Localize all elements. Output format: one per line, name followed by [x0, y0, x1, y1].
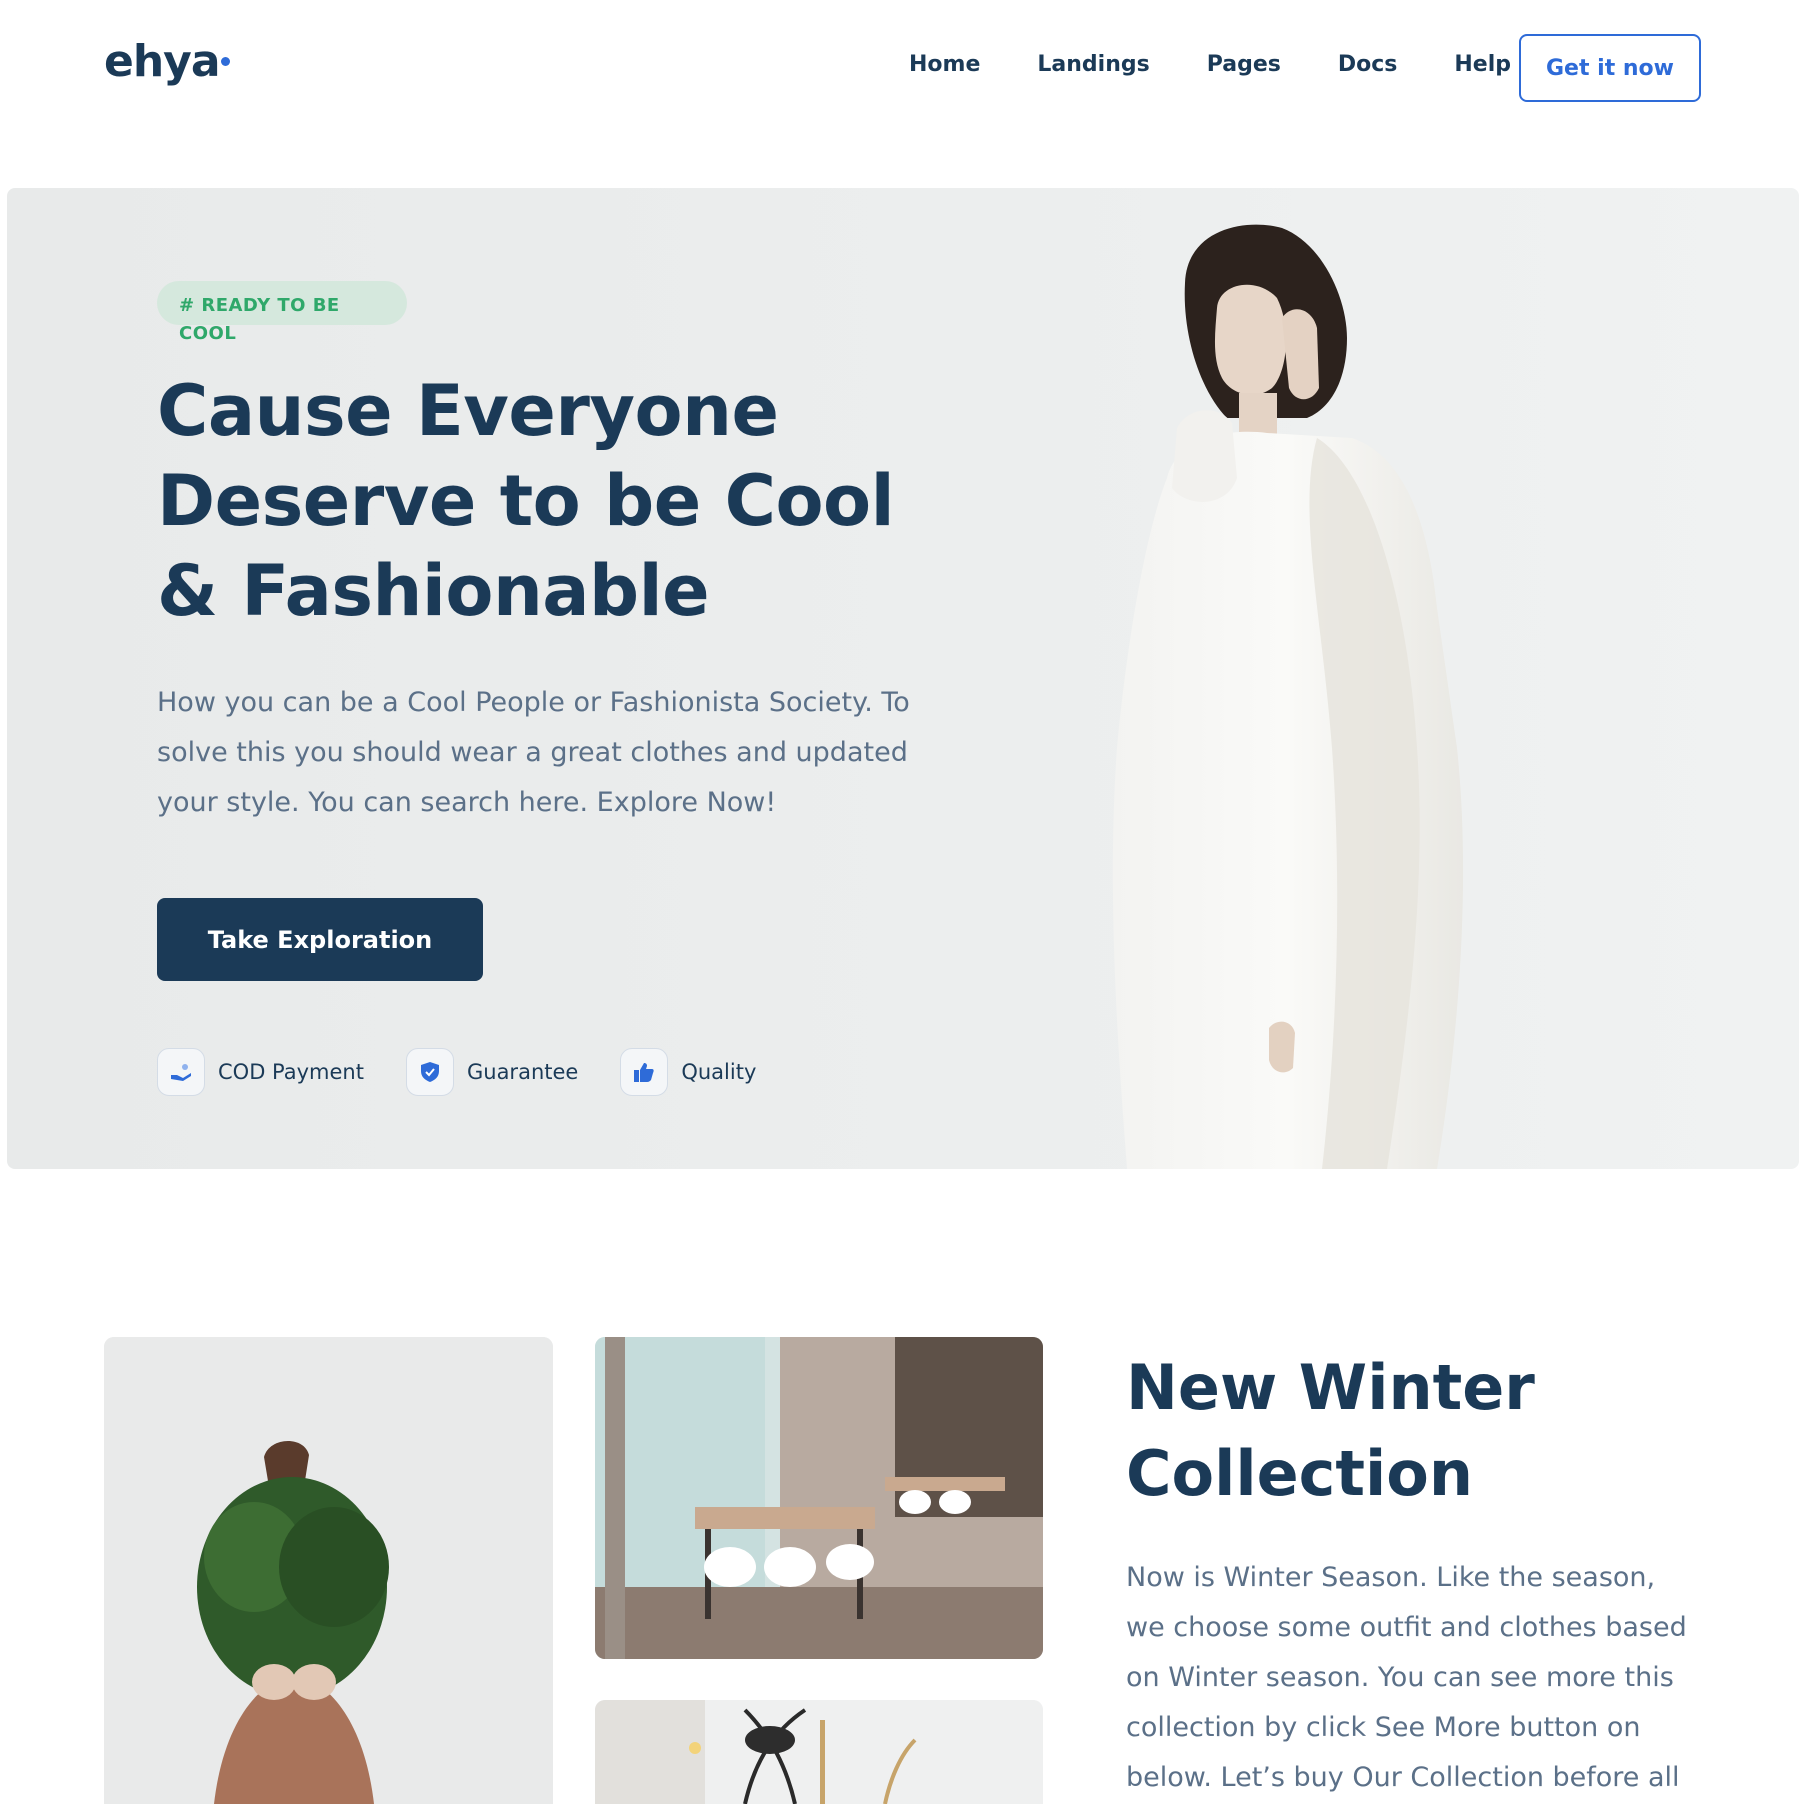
nav-link-home[interactable]: Home [909, 52, 980, 77]
hero-model-image [1112, 224, 1464, 1169]
brand-logo-dot [221, 57, 230, 66]
hand-payment-icon [157, 1048, 205, 1096]
hero-badge-text: # READY TO BE COOL [179, 295, 340, 344]
nav-links: Home Landings Pages Docs Help [909, 52, 1568, 77]
collection-image-woman-with-greens-art [104, 1337, 553, 1804]
feature-label: COD Payment [218, 1060, 364, 1084]
nav-link-landings[interactable]: Landings [1037, 52, 1149, 77]
collection-image-plant-decor-art [595, 1700, 1043, 1804]
collection-image-woman-with-greens [104, 1337, 553, 1804]
feature-label: Guarantee [466, 1060, 579, 1084]
nav-link-help[interactable]: Help [1454, 52, 1511, 77]
shield-check-icon [405, 1048, 454, 1096]
collection-image-plant-decor [595, 1700, 1043, 1804]
hero-section: # READY TO BE COOL Cause Everyone Deserv… [7, 188, 1799, 1169]
get-it-now-button[interactable]: Get it now [1519, 34, 1701, 102]
thumbs-up-icon [620, 1048, 669, 1096]
feature-label: Quality [681, 1060, 757, 1084]
feature-cod-payment: COD Payment [157, 1048, 364, 1096]
collection-description: Now is Winter Season. Like the season, w… [1126, 1562, 1687, 1793]
nav-link-docs[interactable]: Docs [1338, 52, 1398, 77]
brand-logo[interactable]: ehya [104, 36, 221, 87]
feature-quality: Quality [620, 1048, 756, 1096]
feature-guarantee: Guarantee [405, 1048, 579, 1096]
take-exploration-button[interactable]: Take Exploration [157, 898, 483, 981]
collection-image-cafe-interior-art [595, 1337, 1043, 1659]
hero-features: COD Payment Guarantee Quality [157, 1048, 798, 1096]
hero-title: Cause Everyone Deserve to be Cool & Fash… [157, 370, 895, 632]
nav-link-pages[interactable]: Pages [1207, 52, 1281, 77]
hero-description: How you can be a Cool People or Fashioni… [157, 687, 910, 818]
collection-title: New Winter Collection [1126, 1351, 1535, 1510]
top-navigation: ehya Home Landings Pages Docs Help Get i… [0, 0, 1809, 135]
collection-image-cafe-interior [595, 1337, 1043, 1659]
